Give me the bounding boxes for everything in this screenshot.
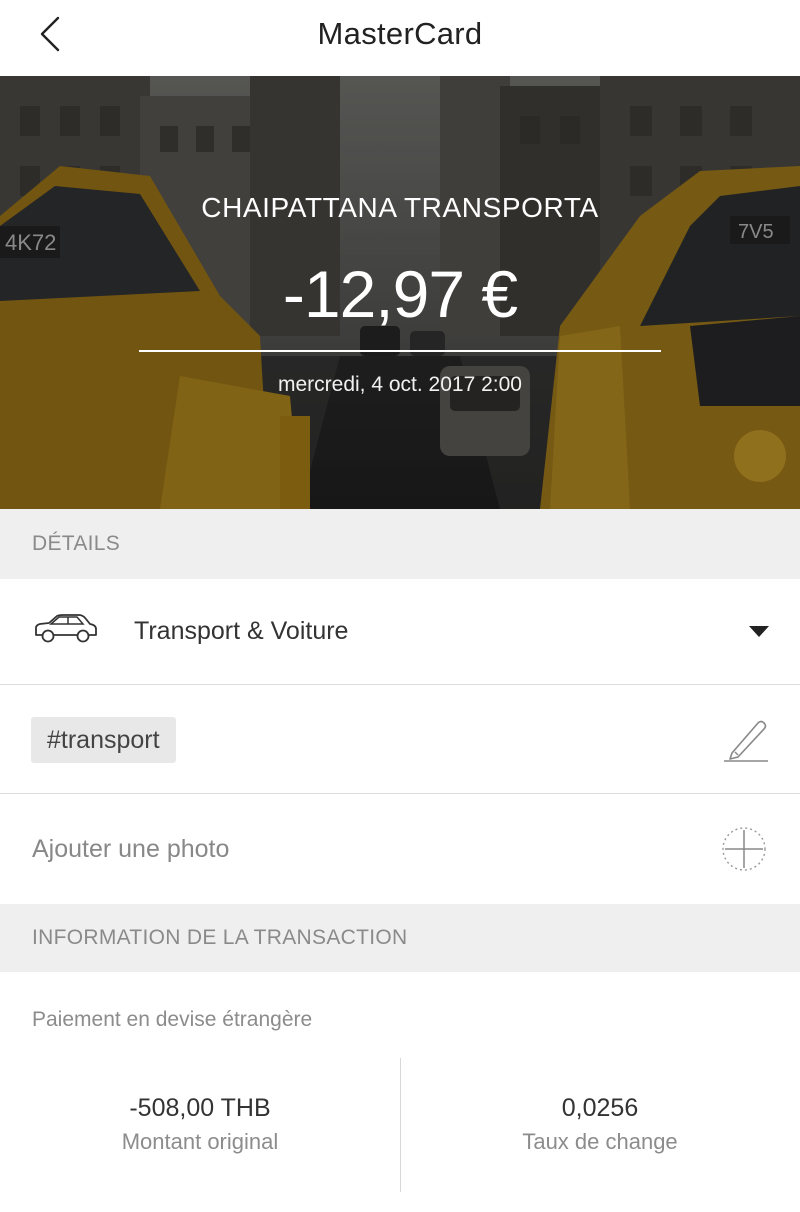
exchange-rate-stat: 0,0256 Taux de change xyxy=(400,1094,800,1155)
add-photo-row[interactable]: Ajouter une photo xyxy=(0,795,800,904)
foreign-payment-label: Paiement en devise étrangère xyxy=(32,1008,313,1031)
tag-chip[interactable]: #transport xyxy=(31,717,176,763)
transaction-hero: 4K72 7V5 CHAIPATTANA TRANSPORTA -12,97 €… xyxy=(0,76,800,509)
car-icon xyxy=(35,614,97,643)
details-section-header: DÉTAILS xyxy=(0,509,800,579)
merchant-name: CHAIPATTANA TRANSPORTA xyxy=(201,192,599,223)
original-amount-stat: -508,00 THB Montant original xyxy=(0,1094,400,1155)
tags-row: #transport xyxy=(0,686,800,794)
original-amount-value: -508,00 THB xyxy=(129,1094,271,1122)
pencil-edit-icon[interactable] xyxy=(722,717,770,763)
transaction-info-section-header: INFORMATION DE LA TRANSACTION xyxy=(0,904,800,972)
amount-divider xyxy=(139,350,661,352)
add-photo-label: Ajouter une photo xyxy=(32,835,230,863)
currency-stats: -508,00 THB Montant original 0,0256 Taux… xyxy=(0,1058,800,1192)
category-label: Transport & Voiture xyxy=(134,617,349,645)
exchange-rate-value: 0,0256 xyxy=(561,1094,639,1122)
category-selector[interactable]: Transport & Voiture xyxy=(0,579,800,685)
transaction-amount: -12,97 € xyxy=(282,257,518,331)
transaction-date: mercredi, 4 oct. 2017 2:00 xyxy=(278,373,522,396)
page-title: MasterCard xyxy=(317,16,483,51)
exchange-rate-caption: Taux de change xyxy=(522,1129,678,1154)
navigation-bar: MasterCard xyxy=(0,0,800,76)
dropdown-caret-icon xyxy=(749,626,769,637)
add-plus-icon[interactable] xyxy=(721,826,767,872)
original-amount-caption: Montant original xyxy=(121,1129,279,1154)
